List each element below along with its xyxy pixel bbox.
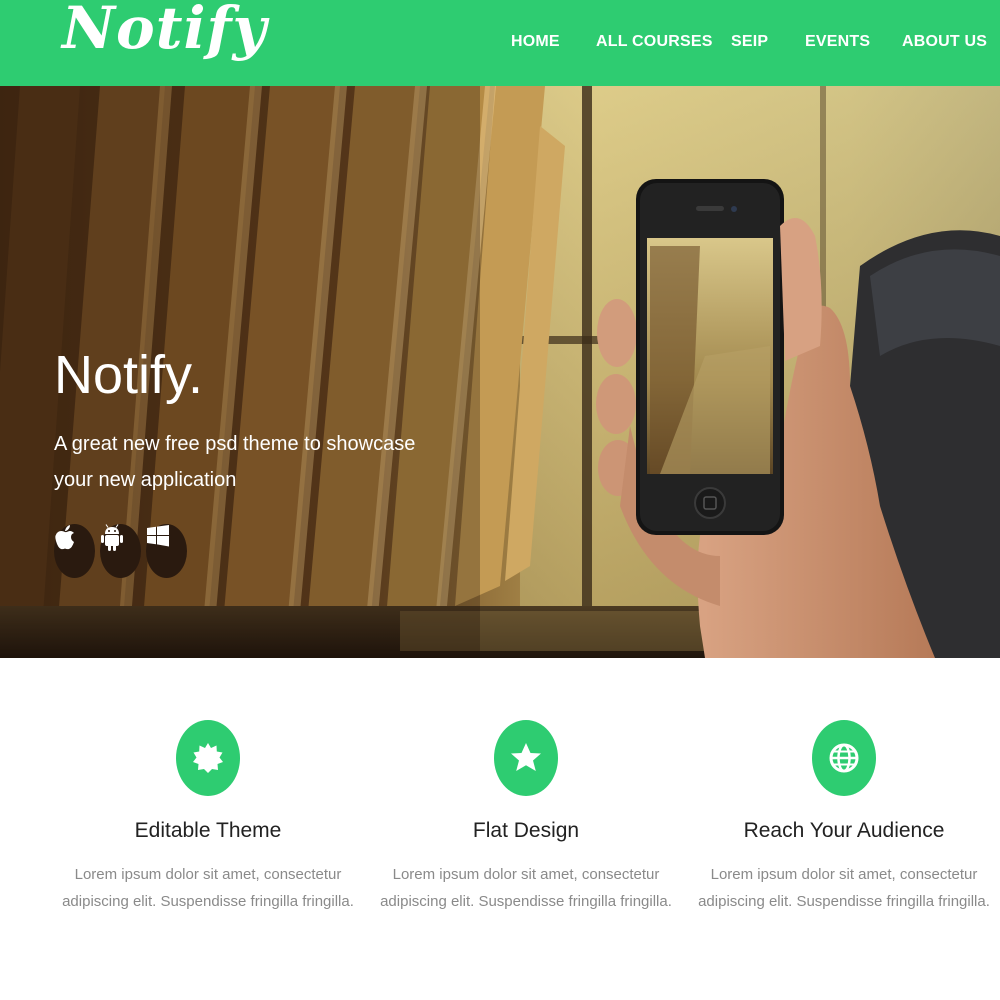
android-store-button[interactable] <box>100 524 141 578</box>
apple-store-button[interactable] <box>54 524 95 578</box>
nav-events[interactable]: EVENTS <box>805 33 870 51</box>
nav-seip[interactable]: SEIP <box>731 33 768 51</box>
feature-description: Lorem ipsum dolor sit amet, consectetur … <box>698 866 990 910</box>
nav-all-courses[interactable]: ALL COURSES <box>596 33 713 51</box>
feature-title: Reach Your Audience <box>743 819 945 842</box>
windows-store-button[interactable] <box>146 524 187 578</box>
feature-flat-design: Flat Design Lorem ipsum dolor sit amet, … <box>366 720 686 915</box>
star-icon <box>494 720 558 796</box>
feature-editable-theme: Editable Theme Lorem ipsum dolor sit ame… <box>48 720 368 915</box>
nav-about-us[interactable]: ABOUT US <box>902 33 987 51</box>
top-navbar: Notify HOME ALL COURSES SEIP EVENTS ABOU… <box>0 0 1000 86</box>
logo[interactable]: Notify <box>62 0 267 62</box>
hero-subtitle: A great new free psd theme to showcase y… <box>54 433 416 491</box>
feature-description: Lorem ipsum dolor sit amet, consectetur … <box>62 866 354 910</box>
feature-reach-your-audience: Reach Your Audience Lorem ipsum dolor si… <box>684 720 1000 915</box>
hero-title: Notify. <box>54 345 204 405</box>
feature-title: Editable Theme <box>134 819 282 842</box>
feature-description: Lorem ipsum dolor sit amet, consectetur … <box>380 866 672 910</box>
badge-icon <box>176 720 240 796</box>
nav-home[interactable]: HOME <box>511 33 560 51</box>
feature-title: Flat Design <box>472 819 580 842</box>
hero-slider: Notify. A great new free psd theme to sh… <box>0 86 1000 658</box>
globe-icon <box>812 720 876 796</box>
